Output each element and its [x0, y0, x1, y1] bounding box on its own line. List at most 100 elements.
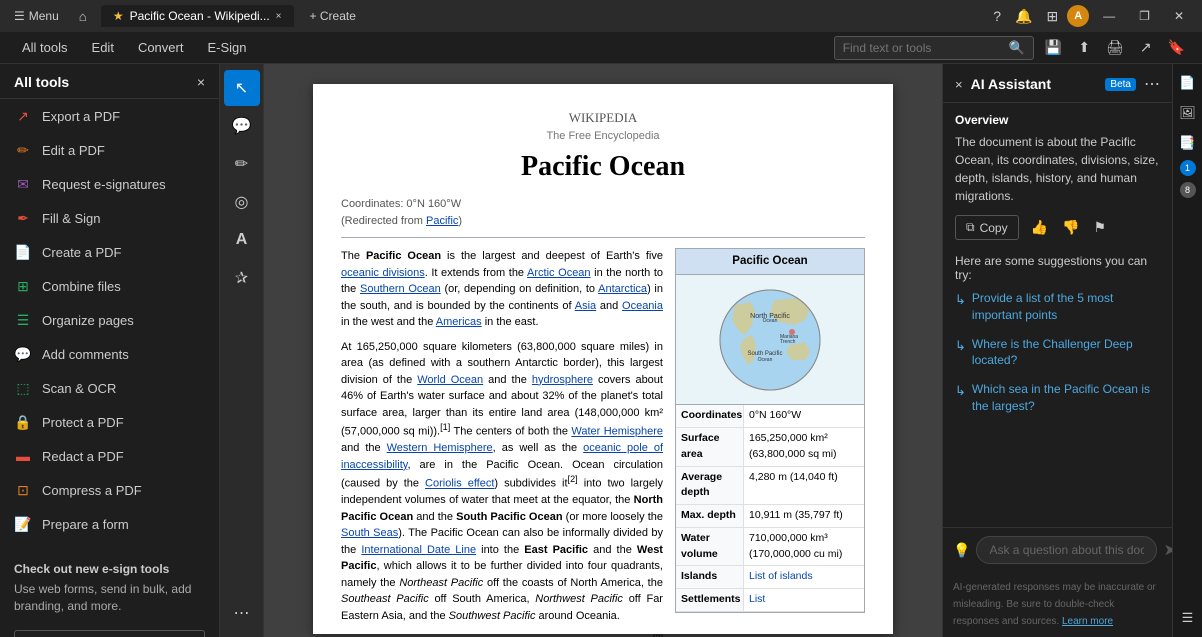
menu-label: Menu	[29, 9, 59, 23]
sidebar-item-organize[interactable]: ☰ Organize pages	[0, 303, 219, 337]
mini-btn-layers[interactable]: 📑	[1175, 130, 1201, 156]
title-bar-right: ? 🔔 ⊞ A — ❐ ✕	[988, 5, 1194, 28]
learn-more-link[interactable]: Learn more	[1062, 616, 1113, 627]
wiki-infobox: Pacific Ocean	[675, 248, 865, 613]
sidebar-label-compress: Compress a PDF	[42, 483, 142, 498]
infobox-label-2: Average depth	[676, 467, 744, 505]
share-icon-btn[interactable]: ↗	[1135, 36, 1157, 59]
ai-more-button[interactable]: ⋯	[1144, 74, 1160, 94]
page-count-badge: 8	[1180, 182, 1196, 198]
ai-input-row: 💡 ➤	[943, 527, 1172, 572]
svg-text:Ocean: Ocean	[758, 357, 773, 363]
menu-item-edit[interactable]: Edit	[82, 36, 124, 59]
pdf-area[interactable]: WIKIPEDIA The Free Encyclopedia Pacific …	[264, 64, 942, 637]
sidebar-item-fillsign[interactable]: ✒ Fill & Sign	[0, 201, 219, 235]
copy-label: Copy	[980, 221, 1008, 235]
ai-panel: × AI Assistant Beta ⋯ Overview The docum…	[942, 64, 1172, 637]
home-button[interactable]: ⌂	[73, 7, 93, 26]
menu-item-alltools[interactable]: All tools	[12, 36, 78, 59]
sidebar-item-protect[interactable]: 🔒 Protect a PDF	[0, 405, 219, 439]
sidebar-item-export[interactable]: ↗ Export a PDF	[0, 99, 219, 133]
ai-feedback: 👍 👎 ⚑	[1027, 217, 1110, 238]
bookmark-icon-btn[interactable]: 🔖	[1163, 36, 1190, 59]
notification-icon[interactable]: 🔔	[1010, 5, 1037, 28]
minimize-button[interactable]: —	[1093, 5, 1125, 27]
comments-icon: 💬	[14, 345, 32, 363]
maximize-button[interactable]: ❐	[1129, 5, 1160, 27]
flag-button[interactable]: ⚑	[1089, 217, 1110, 238]
tab-close-button[interactable]: ×	[276, 11, 282, 22]
sign-tool-btn[interactable]: ✰	[224, 260, 260, 296]
sidebar-label-export: Export a PDF	[42, 109, 120, 124]
sidebar-item-compress[interactable]: ⊡ Compress a PDF	[0, 473, 219, 507]
save-icon-btn[interactable]: 💾	[1040, 36, 1067, 59]
select-tool-btn[interactable]: ↖	[224, 70, 260, 106]
suggestion-text-2: Which sea in the Pacific Ocean is the la…	[972, 381, 1160, 415]
compress-icon: ⊡	[14, 481, 32, 499]
infobox-label-1: Surface area	[676, 428, 744, 466]
print-icon-btn[interactable]: 🖨	[1101, 36, 1129, 59]
sidebar-header: All tools ×	[0, 64, 219, 99]
image-icon: 🖼	[1179, 105, 1196, 121]
apps-icon[interactable]: ⊞	[1041, 5, 1063, 28]
text-tool-btn[interactable]: A	[224, 222, 260, 258]
para-3: The Pacific Ocean's mean depth is 4,000 …	[341, 632, 663, 637]
thumbs-up-button[interactable]: 👍	[1027, 217, 1052, 238]
ai-copy-button[interactable]: ⧉ Copy	[955, 215, 1019, 240]
close-button[interactable]: ✕	[1164, 5, 1194, 27]
sidebar-label-combine: Combine files	[42, 279, 121, 294]
sidebar-item-scan[interactable]: ⬚ Scan & OCR	[0, 371, 219, 405]
menu-item-esign[interactable]: E-Sign	[197, 36, 256, 59]
wiki-coordinates: Coordinates: 0°N 160°W	[341, 196, 865, 213]
infobox-value-0: 0°N 160°W	[744, 405, 806, 427]
form-icon: 📝	[14, 515, 32, 533]
tools-bar: ↖ 💬 ✏ ◎ A ✰ ⋯	[220, 64, 264, 637]
help-icon[interactable]: ?	[988, 5, 1006, 27]
user-avatar[interactable]: A	[1067, 5, 1089, 27]
sidebar-item-form[interactable]: 📝 Prepare a form	[0, 507, 219, 541]
see-all-button[interactable]: See All	[14, 630, 205, 637]
ai-footer-text: AI-generated responses may be inaccurate…	[953, 582, 1156, 627]
ai-suggestion-0[interactable]: ↳ Provide a list of the 5 most important…	[955, 290, 1160, 324]
mini-btn-image[interactable]: 🖼	[1175, 100, 1201, 126]
active-tab[interactable]: ★ Pacific Ocean - Wikipedi... ×	[101, 5, 294, 27]
menu-button[interactable]: ☰ Menu	[8, 7, 65, 25]
mini-menu-icon: ☰	[1182, 610, 1194, 626]
ai-suggestion-1[interactable]: ↳ Where is the Challenger Deep located?	[955, 336, 1160, 370]
new-tab-button[interactable]: + Create	[302, 7, 364, 25]
ai-beta-badge: Beta	[1105, 78, 1136, 91]
infobox-title: Pacific Ocean	[676, 249, 864, 275]
ai-close-button[interactable]: ×	[955, 77, 963, 92]
pacific-link[interactable]: Pacific	[426, 215, 458, 227]
sidebar-item-redact[interactable]: ▬ Redact a PDF	[0, 439, 219, 473]
sidebar-item-esign[interactable]: ✉ Request e-signatures	[0, 167, 219, 201]
sidebar-close-button[interactable]: ×	[197, 74, 205, 90]
ai-suggestions-label: Here are some suggestions you can try:	[955, 254, 1160, 282]
menu-item-convert[interactable]: Convert	[128, 36, 194, 59]
thumbs-down-button[interactable]: 👎	[1058, 217, 1083, 238]
markup-tool-btn[interactable]: ◎	[224, 184, 260, 220]
mini-btn-menu[interactable]: ☰	[1175, 605, 1201, 631]
ai-header: × AI Assistant Beta ⋯	[943, 64, 1172, 103]
sidebar-item-combine[interactable]: ⊞ Combine files	[0, 269, 219, 303]
upload-icon-btn[interactable]: ⬆	[1073, 36, 1095, 59]
fillsign-icon: ✒	[14, 209, 32, 227]
suggestion-arrow-0: ↳	[955, 291, 966, 309]
sidebar-item-comments[interactable]: 💬 Add comments	[0, 337, 219, 371]
menu-right: 🔍 💾 ⬆ 🖨 ↗ 🔖	[834, 36, 1190, 60]
text-icon: A	[236, 231, 248, 249]
sidebar-label-fillsign: Fill & Sign	[42, 211, 101, 226]
ai-question-input[interactable]	[976, 536, 1157, 564]
sidebar-item-edit[interactable]: ✏ Edit a PDF	[0, 133, 219, 167]
search-icon: 🔍	[1009, 40, 1025, 56]
ai-suggestion-2[interactable]: ↳ Which sea in the Pacific Ocean is the …	[955, 381, 1160, 415]
search-input[interactable]	[843, 41, 1003, 55]
main-area: All tools × ↗ Export a PDF ✏ Edit a PDF …	[0, 64, 1202, 637]
infobox-label-3: Max. depth	[676, 505, 744, 527]
more-tools-btn[interactable]: ⋯	[224, 595, 260, 631]
comment-tool-btn[interactable]: 💬	[224, 108, 260, 144]
mini-btn-page[interactable]: 📄	[1175, 70, 1201, 96]
infobox-value-5: List of islands	[744, 566, 818, 588]
edit-tool-btn[interactable]: ✏	[224, 146, 260, 182]
sidebar-item-create[interactable]: 📄 Create a PDF	[0, 235, 219, 269]
